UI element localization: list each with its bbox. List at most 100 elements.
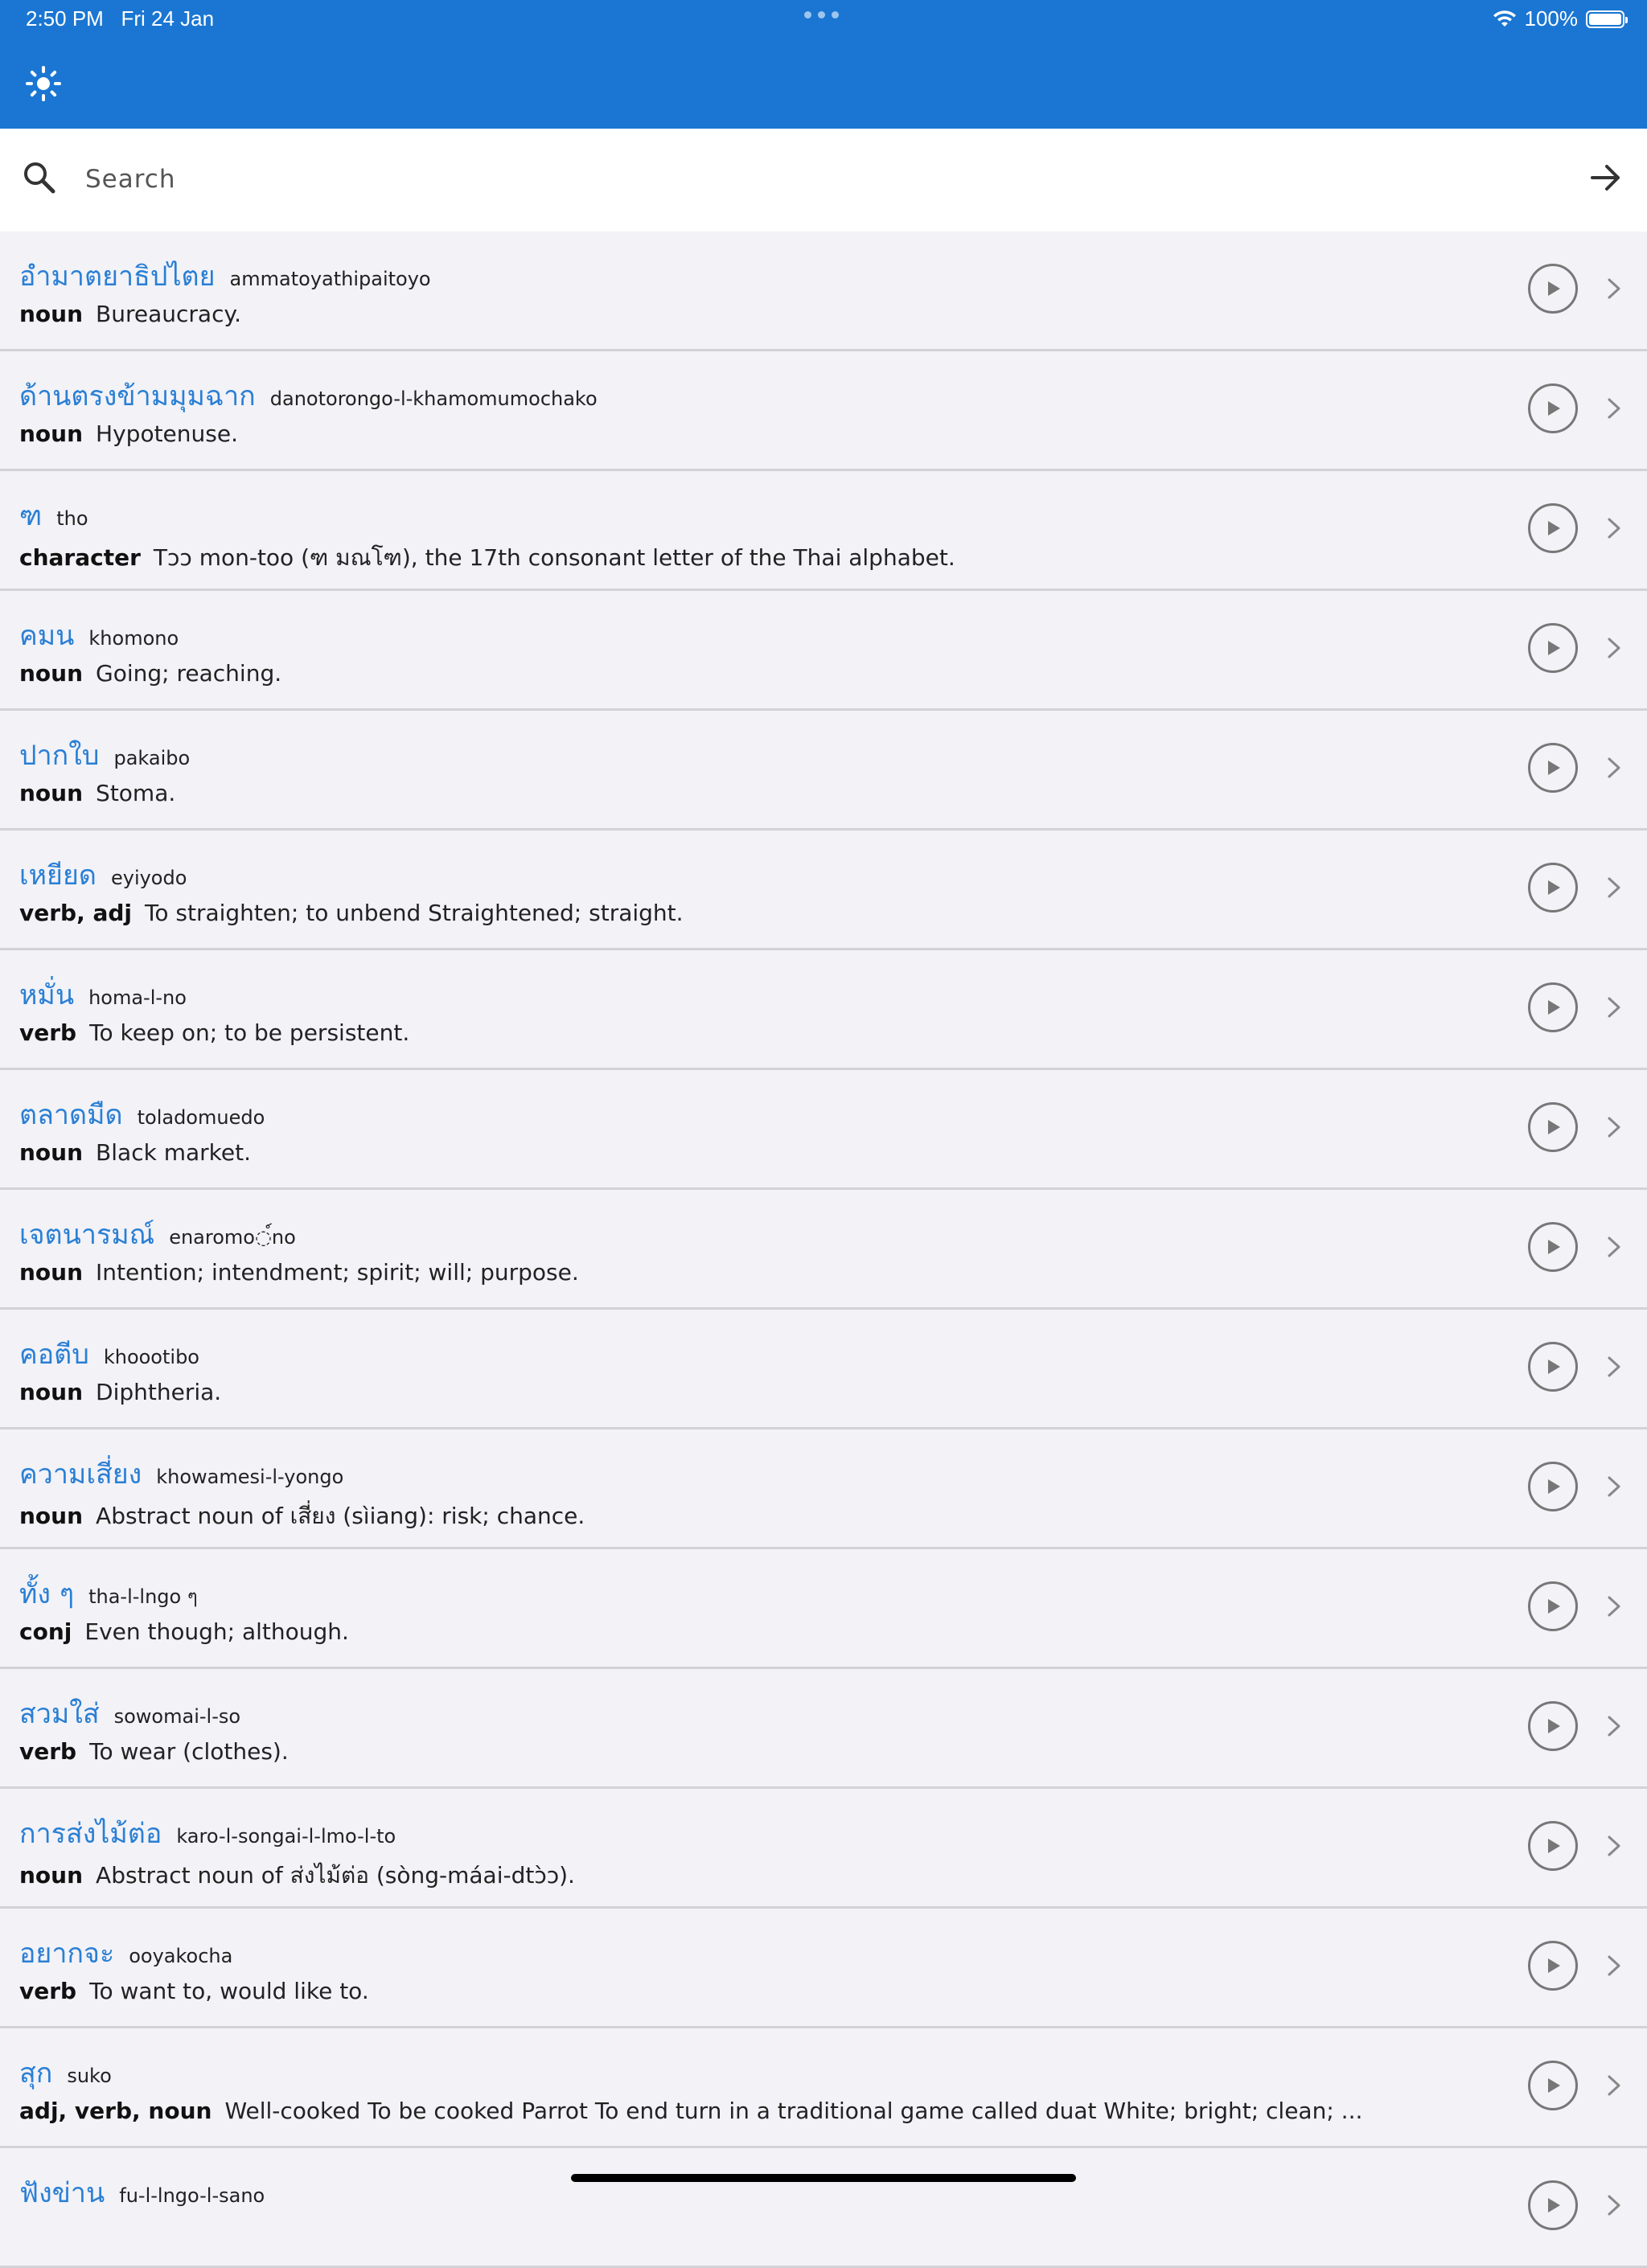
play-audio-button[interactable] [1528, 982, 1578, 1032]
play-audio-button[interactable] [1528, 623, 1578, 673]
list-item[interactable]: เหยียด eyiyodo verb, adj To straighten; t… [0, 831, 1647, 950]
entry-definition-row: verb To wear (clothes). [19, 1738, 289, 1765]
play-icon [1548, 1000, 1560, 1015]
battery-fill [1589, 13, 1621, 25]
play-audio-button[interactable] [1528, 1222, 1578, 1272]
romanization: sowomai-l-so [113, 1705, 241, 1728]
definition: To wear (clothes). [89, 1738, 289, 1765]
romanization: ammatoyathipaitoyo [229, 268, 431, 290]
play-icon [1548, 521, 1560, 535]
list-item[interactable]: สวมใส่ sowomai-l-so verb To wear (clothes… [0, 1669, 1647, 1789]
entry-headword-row: ตลาดมืด toladomuedo [19, 1093, 265, 1136]
play-audio-button[interactable] [1528, 2180, 1578, 2230]
arrow-right-icon[interactable] [1587, 159, 1624, 196]
list-item[interactable]: อำมาตยาธิปไตย ammatoyathipaitoyo noun Bur… [0, 232, 1647, 351]
play-icon [1548, 1719, 1560, 1733]
chevron-right-icon[interactable] [1605, 876, 1623, 900]
entry-headword-row: ฟังข่าน fu-l-lngo-l-sano [19, 2171, 265, 2214]
list-item[interactable]: ตลาดมืด toladomuedo noun Black market. [0, 1070, 1647, 1190]
chevron-right-icon[interactable] [1605, 1594, 1623, 1618]
play-audio-button[interactable] [1528, 1701, 1578, 1751]
play-icon [1548, 641, 1560, 655]
entry-headword-row: เหยียด eyiyodo [19, 853, 187, 896]
theme-toggle-button[interactable] [24, 64, 63, 103]
sun-icon [26, 66, 61, 101]
chevron-right-icon[interactable] [1605, 756, 1623, 780]
list-item[interactable]: คอตีบ khoootibo noun Diphtheria. [0, 1310, 1647, 1429]
play-audio-button[interactable] [1528, 863, 1578, 913]
entry-headword-row: คอตีบ khoootibo [19, 1332, 199, 1376]
thai-word: สุก [19, 2057, 53, 2090]
entry-definition-row: noun Abstract noun of ส่งไม้ต่อ (sòng-máa… [19, 1858, 575, 1893]
play-audio-button[interactable] [1528, 383, 1578, 433]
chevron-right-icon[interactable] [1605, 636, 1623, 660]
entry-definition-row [19, 2217, 32, 2244]
entry-headword-row: สวมใส่ sowomai-l-so [19, 1692, 240, 1735]
list-item[interactable]: ด้านตรงข้ามมุมฉาก danotorongo-l-khamomum… [0, 351, 1647, 471]
play-audio-button[interactable] [1528, 1581, 1578, 1631]
romanization: tha-l-lngo ๆ [88, 1585, 198, 1608]
chevron-right-icon[interactable] [1605, 1834, 1623, 1858]
romanization: homa-l-no [88, 986, 187, 1009]
list-item[interactable]: สุก suko adj, verb, noun Well-cooked To b… [0, 2028, 1647, 2148]
romanization: danotorongo-l-khamomumochako [269, 388, 598, 410]
part-of-speech: noun [19, 1503, 84, 1529]
list-item[interactable]: ฑ tho character Tɔɔ mon-too (ฑ มณโฑ), the… [0, 471, 1647, 591]
thai-word: หมั่น [19, 979, 75, 1011]
entry-definition-row: verb To keep on; to be persistent. [19, 1019, 409, 1046]
list-item[interactable]: ความเสี่ยง khowamesi-l-yongo noun Abstrac… [0, 1429, 1647, 1549]
play-audio-button[interactable] [1528, 264, 1578, 314]
play-audio-button[interactable] [1528, 1462, 1578, 1511]
chevron-right-icon[interactable] [1605, 516, 1623, 540]
chevron-right-icon[interactable] [1605, 396, 1623, 420]
part-of-speech: verb [19, 1978, 77, 2004]
part-of-speech: noun [19, 420, 84, 447]
play-icon [1548, 1479, 1560, 1494]
chevron-right-icon[interactable] [1605, 1954, 1623, 1978]
entry-definition-row: noun Hypotenuse. [19, 420, 238, 447]
entry-headword-row: อำมาตยาธิปไตย ammatoyathipaitoyo [19, 254, 431, 297]
thai-word: คอตีบ [19, 1339, 89, 1371]
chevron-right-icon[interactable] [1605, 1474, 1623, 1499]
home-indicator[interactable] [571, 2174, 1076, 2182]
list-item[interactable]: อยากจะ ooyakocha verb To want to, would l… [0, 1909, 1647, 2028]
list-item[interactable]: ปากใบ pakaibo noun Stoma. [0, 711, 1647, 831]
play-audio-button[interactable] [1528, 743, 1578, 793]
chevron-right-icon[interactable] [1605, 2193, 1623, 2217]
multitasking-dots-icon[interactable] [804, 11, 839, 18]
list-item[interactable]: ทั้ง ๆ tha-l-lngo ๆ conj Even though; alt… [0, 1549, 1647, 1669]
list-item[interactable]: หมั่น homa-l-no verb To keep on; to be pe… [0, 950, 1647, 1070]
thai-word: สวมใส่ [19, 1698, 100, 1730]
play-icon [1548, 761, 1560, 775]
list-item[interactable]: การส่งไม้ต่อ karo-l-songai-l-lmo-l-to no… [0, 1789, 1647, 1909]
romanization: toladomuedo [137, 1106, 265, 1129]
chevron-right-icon[interactable] [1605, 277, 1623, 301]
entry-headword-row: ด้านตรงข้ามมุมฉาก danotorongo-l-khamomum… [19, 374, 598, 417]
list-item[interactable]: ฟังข่าน fu-l-lngo-l-sano [0, 2148, 1647, 2268]
play-audio-button[interactable] [1528, 1102, 1578, 1152]
chevron-right-icon[interactable] [1605, 1115, 1623, 1139]
battery-icon [1586, 10, 1628, 28]
play-audio-button[interactable] [1528, 1821, 1578, 1871]
chevron-right-icon[interactable] [1605, 1235, 1623, 1259]
play-audio-button[interactable] [1528, 503, 1578, 553]
part-of-speech: verb [19, 1019, 77, 1046]
status-time: 2:50 PM Fri 24 Jan [26, 6, 214, 31]
entry-definition-row: noun Going; reaching. [19, 660, 281, 687]
chevron-right-icon[interactable] [1605, 995, 1623, 1019]
chevron-right-icon[interactable] [1605, 1355, 1623, 1379]
list-item[interactable]: เจตนารมณ์ enaromo◌์no noun Intention; int… [0, 1190, 1647, 1310]
entry-headword-row: ทั้ง ๆ tha-l-lngo ๆ [19, 1572, 198, 1615]
list-item[interactable]: คมน khomono noun Going; reaching. [0, 591, 1647, 711]
play-icon [1548, 2198, 1560, 2213]
play-audio-button[interactable] [1528, 1941, 1578, 1991]
play-icon [1548, 1958, 1560, 1973]
play-audio-button[interactable] [1528, 1342, 1578, 1392]
definition: Hypotenuse. [96, 420, 238, 447]
play-audio-button[interactable] [1528, 2061, 1578, 2110]
status-bar: 2:50 PM Fri 24 Jan 100% [0, 0, 1647, 40]
chevron-right-icon[interactable] [1605, 2073, 1623, 2098]
search-input[interactable] [84, 153, 1534, 206]
play-icon [1548, 1120, 1560, 1134]
chevron-right-icon[interactable] [1605, 1714, 1623, 1738]
